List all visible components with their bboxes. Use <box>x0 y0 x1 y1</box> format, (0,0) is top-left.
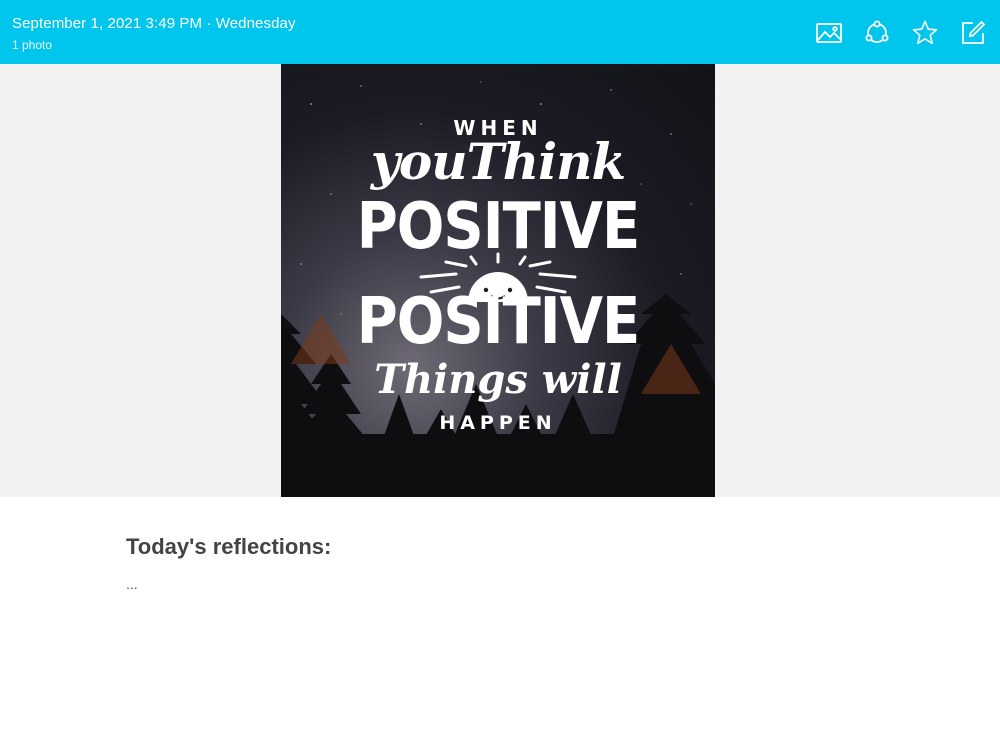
share-icon <box>865 20 889 43</box>
star-icon <box>912 20 938 45</box>
entry-header: September 1, 2021 3:49 PM · Wednesday 1 … <box>0 0 1000 64</box>
photo-strip: WHEN youThink POSITIVE POSITIVE Things w… <box>0 64 1000 497</box>
image-button[interactable] <box>812 16 846 50</box>
share-button[interactable] <box>860 16 894 50</box>
entry-photo[interactable]: WHEN youThink POSITIVE POSITIVE Things w… <box>281 64 715 497</box>
quote-line-things-will: Things will <box>374 356 622 403</box>
quote-line-happen: HAPPEN <box>439 412 557 434</box>
favorite-button[interactable] <box>908 16 942 50</box>
photo-count: 1 photo <box>12 38 53 52</box>
reflection-heading: Today's reflections: <box>126 534 332 559</box>
header-toolbar <box>812 16 990 50</box>
quote-poster: WHEN youThink POSITIVE POSITIVE Things w… <box>281 64 715 497</box>
edit-icon <box>962 20 986 44</box>
entry-date: September 1, 2021 3:49 PM · Wednesday <box>12 15 296 32</box>
quote-line-positive-2: POSITIVE <box>356 284 640 359</box>
reflection-body[interactable]: ... <box>126 576 886 592</box>
quote-line-you-think: youThink <box>370 132 626 191</box>
edit-button[interactable] <box>956 16 990 50</box>
image-icon <box>816 23 842 43</box>
entry-content[interactable]: Today's reflections: ... <box>126 534 886 592</box>
